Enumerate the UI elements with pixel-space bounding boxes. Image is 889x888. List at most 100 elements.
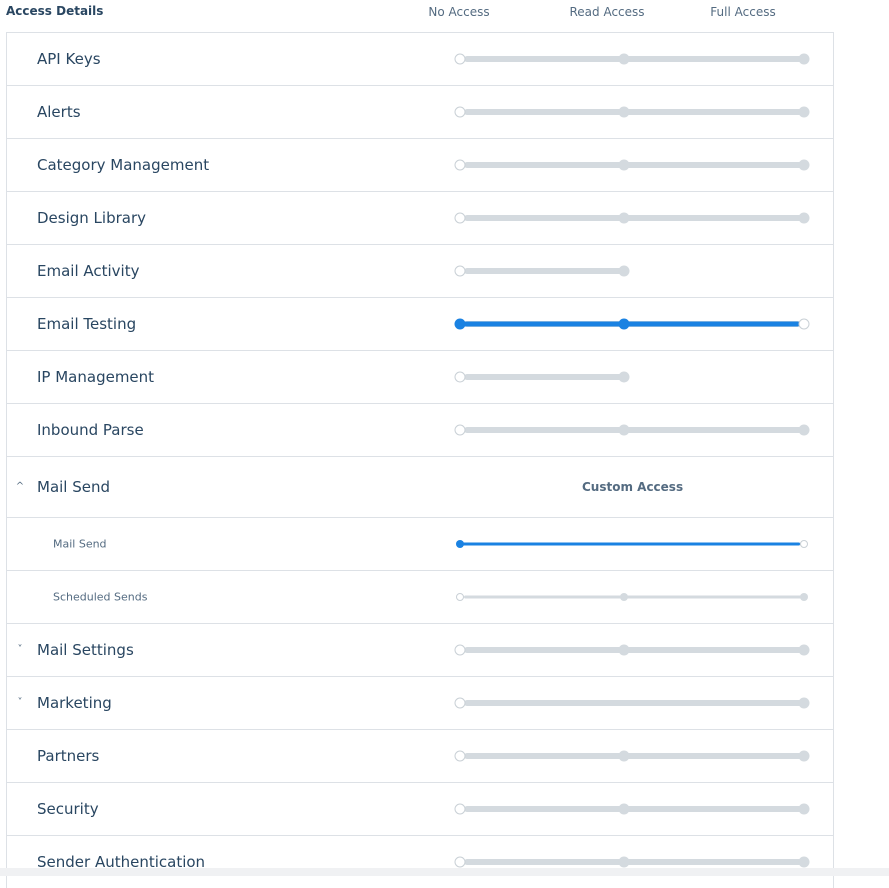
permission-row-inbound-parse: Inbound Parse	[7, 403, 833, 456]
access-level-slider[interactable]	[454, 802, 810, 816]
access-level-slider[interactable]	[454, 105, 810, 119]
slider-stop[interactable]	[800, 540, 808, 548]
permission-label: Security	[37, 800, 99, 818]
slider-track	[464, 595, 804, 599]
level-read-access-label: Read Access	[569, 5, 645, 19]
slider-stop[interactable]	[798, 856, 810, 868]
slider-track	[464, 859, 804, 865]
slider-stop[interactable]	[798, 644, 810, 656]
slider-track	[464, 806, 804, 812]
slider-stop[interactable]	[798, 212, 810, 224]
permission-label: Category Management	[37, 156, 210, 174]
slider-track	[464, 162, 804, 168]
slider-stop[interactable]	[454, 106, 466, 118]
slider-track	[464, 647, 804, 653]
permission-row-mail-send[interactable]: ^ Mail Send Custom Access	[7, 456, 833, 517]
slider-track	[464, 700, 804, 706]
slider-track	[464, 753, 804, 759]
slider-stop[interactable]	[800, 593, 808, 601]
slider-stop[interactable]	[618, 159, 630, 171]
slider-stop[interactable]	[618, 644, 630, 656]
horizontal-scrollbar[interactable]	[0, 868, 889, 876]
slider-stop[interactable]	[618, 106, 630, 118]
slider-stop[interactable]	[618, 750, 630, 762]
slider-track	[464, 215, 804, 221]
access-level-slider[interactable]	[456, 537, 808, 551]
chevron-down-icon[interactable]: ˅	[13, 643, 27, 657]
permission-row-email-testing: Email Testing	[7, 297, 833, 350]
permission-row-mail-settings[interactable]: ˅ Mail Settings	[7, 623, 833, 676]
slider-stop[interactable]	[618, 318, 630, 330]
slider-track	[464, 56, 804, 62]
access-level-slider[interactable]	[454, 423, 810, 437]
slider-stop[interactable]	[798, 159, 810, 171]
access-level-slider[interactable]	[454, 211, 810, 225]
slider-stop[interactable]	[454, 212, 466, 224]
slider-stop[interactable]	[618, 371, 630, 383]
permission-label: API Keys	[37, 50, 101, 68]
slider-stop[interactable]	[618, 53, 630, 65]
slider-stop[interactable]	[618, 424, 630, 436]
access-level-slider[interactable]	[454, 370, 804, 384]
permission-row-marketing[interactable]: ˅ Marketing	[7, 676, 833, 729]
slider-track	[464, 427, 804, 433]
access-level-slider[interactable]	[454, 749, 810, 763]
access-level-slider[interactable]	[454, 643, 810, 657]
access-level-slider[interactable]	[456, 590, 808, 604]
slider-stop[interactable]	[798, 106, 810, 118]
slider-stop[interactable]	[798, 697, 810, 709]
slider-stop[interactable]	[454, 750, 466, 762]
permission-row-security: Security	[7, 782, 833, 835]
slider-stop[interactable]	[454, 697, 466, 709]
slider-stop[interactable]	[456, 593, 464, 601]
slider-stop[interactable]	[454, 159, 466, 171]
permission-row-api-keys: API Keys	[7, 32, 833, 85]
slider-stop[interactable]	[798, 803, 810, 815]
access-details-title: Access Details	[6, 4, 104, 18]
chevron-down-icon[interactable]: ˅	[13, 696, 27, 710]
access-level-slider[interactable]	[454, 52, 810, 66]
slider-stop[interactable]	[618, 212, 630, 224]
slider-stop[interactable]	[618, 856, 630, 868]
slider-stop[interactable]	[454, 371, 466, 383]
level-no-access-label: No Access	[428, 5, 490, 19]
slider-stop[interactable]	[454, 424, 466, 436]
slider-stop[interactable]	[620, 593, 628, 601]
slider-track	[464, 374, 624, 380]
chevron-up-icon[interactable]: ^	[13, 480, 27, 494]
permission-row-design-library: Design Library	[7, 191, 833, 244]
access-details-header: Access Details No Access Read Access Ful…	[0, 0, 889, 32]
slider-fill	[458, 542, 800, 546]
access-level-slider[interactable]	[454, 696, 810, 710]
slider-stop[interactable]	[618, 803, 630, 815]
slider-stop[interactable]	[456, 540, 464, 548]
sub-permission-row-scheduled-sends: Scheduled Sends	[7, 570, 833, 623]
permission-label: Alerts	[37, 103, 81, 121]
slider-stop[interactable]	[454, 265, 466, 277]
permission-label: Mail Send	[37, 478, 111, 496]
slider-stop[interactable]	[454, 803, 466, 815]
slider-stop[interactable]	[618, 265, 630, 277]
permission-label: Mail Send	[53, 537, 107, 551]
slider-stop[interactable]	[454, 53, 466, 65]
permission-row-sender-authentication: Sender Authentication	[7, 835, 833, 888]
slider-track	[464, 268, 624, 274]
permission-label: Scheduled Sends	[53, 590, 148, 604]
slider-stop[interactable]	[798, 318, 810, 330]
slider-stop[interactable]	[454, 856, 466, 868]
slider-stop[interactable]	[798, 53, 810, 65]
slider-stop[interactable]	[454, 644, 466, 656]
level-full-access-label: Full Access	[710, 5, 776, 19]
access-level-slider[interactable]	[454, 158, 810, 172]
slider-stop[interactable]	[798, 750, 810, 762]
slider-stop[interactable]	[454, 318, 466, 330]
permission-label: Inbound Parse	[37, 421, 144, 439]
access-level-slider[interactable]	[454, 855, 810, 869]
slider-stop[interactable]	[798, 424, 810, 436]
permission-label: Partners	[37, 747, 100, 765]
sub-permission-row-mail-send: Mail Send	[7, 517, 833, 570]
access-level-slider[interactable]	[454, 264, 804, 278]
permission-row-category-management: Category Management	[7, 138, 833, 191]
slider-track	[464, 109, 804, 115]
access-level-slider[interactable]	[454, 317, 810, 331]
